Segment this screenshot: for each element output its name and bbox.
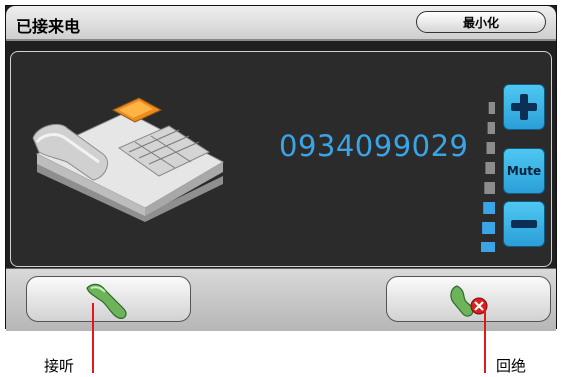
volume-level-segment xyxy=(487,122,495,134)
volume-level-segment xyxy=(481,242,495,252)
reject-button[interactable] xyxy=(386,276,551,322)
call-panel: 0934099029 Mute xyxy=(10,51,552,267)
incoming-call-window: 已接来电 最小化 0934099029 Mute xyxy=(5,5,557,331)
volume-down-button[interactable] xyxy=(503,201,545,247)
title-bar: 已接来电 最小化 xyxy=(6,6,556,41)
minimize-button[interactable]: 最小化 xyxy=(416,11,546,33)
answer-caption: 接听 xyxy=(44,357,75,375)
telephone-icon xyxy=(32,97,225,222)
volume-level-segment xyxy=(482,222,495,234)
answer-button[interactable] xyxy=(26,276,191,322)
volume-up-button[interactable] xyxy=(503,84,545,130)
caller-number: 0934099029 xyxy=(279,129,469,163)
window-title: 已接来电 xyxy=(16,17,81,36)
answer-callout-line xyxy=(92,303,94,373)
phone-handset-answer-icon xyxy=(86,283,127,319)
volume-level-segment xyxy=(484,182,495,194)
phone-handset-reject-icon xyxy=(450,285,488,317)
volume-level-segment xyxy=(488,102,495,114)
volume-level-segment xyxy=(486,142,495,154)
plus-icon xyxy=(511,94,537,120)
mute-button[interactable]: Mute xyxy=(503,148,545,194)
mute-label: Mute xyxy=(506,164,542,178)
volume-level-segment xyxy=(485,162,495,174)
volume-meter xyxy=(481,102,495,252)
call-action-bar xyxy=(6,268,556,331)
volume-level-segment xyxy=(483,202,495,214)
reject-caption: 回绝 xyxy=(496,357,527,375)
reject-callout-line xyxy=(484,303,486,373)
minus-icon xyxy=(511,211,537,237)
